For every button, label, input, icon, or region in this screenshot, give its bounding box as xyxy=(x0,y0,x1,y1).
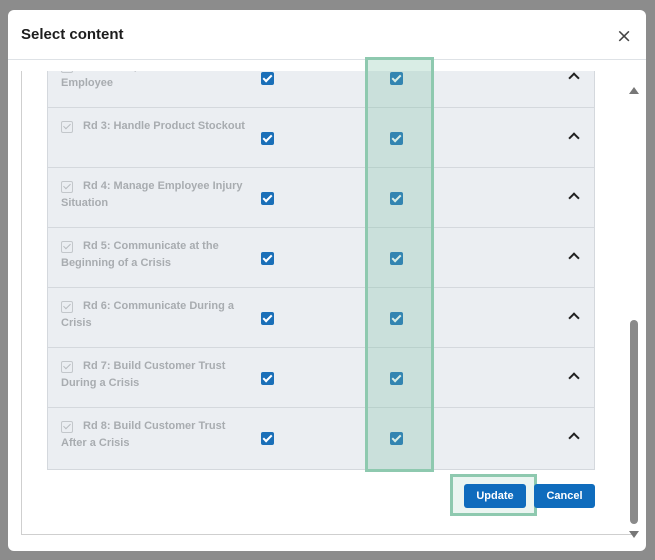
include-checkbox[interactable] xyxy=(261,72,274,85)
table-row: Rd 5: Communicate at the Beginning of a … xyxy=(48,228,594,288)
dialog-title: Select content xyxy=(21,26,124,43)
chevron-up-icon[interactable] xyxy=(568,430,580,442)
cancel-button[interactable]: Cancel xyxy=(534,484,595,508)
highlighted-checkbox-column xyxy=(365,57,434,472)
table-row: Rd 4: Manage Employee Injury Situation xyxy=(48,168,594,228)
row-label: Rd 7: Build Customer Trust During a Cris… xyxy=(61,360,226,389)
include-checkbox[interactable] xyxy=(261,312,274,325)
include-checkbox[interactable] xyxy=(261,192,274,205)
row-label: Rd 6: Communicate During a Crisis xyxy=(61,300,234,329)
table-row: Rd 2: Respond to Fired Employee xyxy=(48,71,594,108)
row-label: Rd 5: Communicate at the Beginning of a … xyxy=(61,240,219,269)
table-row: Rd 3: Handle Product Stockout xyxy=(48,108,594,168)
row-label: Rd 2: Respond to Fired Employee xyxy=(61,71,204,89)
chevron-up-icon[interactable] xyxy=(568,250,580,262)
table-row: Rd 6: Communicate During a Crisis xyxy=(48,288,594,348)
include-checkbox[interactable] xyxy=(261,432,274,445)
chevron-up-icon[interactable] xyxy=(568,71,580,82)
row-label: Rd 4: Manage Employee Injury Situation xyxy=(61,180,243,209)
chevron-up-icon[interactable] xyxy=(568,310,580,322)
row-label: Rd 3: Handle Product Stockout xyxy=(83,120,245,132)
include-checkbox[interactable] xyxy=(261,372,274,385)
chevron-up-icon[interactable] xyxy=(568,370,580,382)
content-list-frame: Rd 2: Respond to Fired Employee Rd 3: Ha… xyxy=(21,71,634,535)
content-table: Rd 2: Respond to Fired Employee Rd 3: Ha… xyxy=(47,71,595,470)
close-icon[interactable]: × xyxy=(616,26,632,46)
row-label: Rd 8: Build Customer Trust After a Crisi… xyxy=(61,420,226,449)
include-checkbox[interactable] xyxy=(261,252,274,265)
select-content-dialog: Select content × Rd 2: Respond to Fired … xyxy=(8,10,646,551)
scrollbar-thumb[interactable] xyxy=(630,320,638,524)
update-button[interactable]: Update xyxy=(464,484,526,508)
scroll-down-arrow-icon[interactable] xyxy=(629,531,639,538)
table-row: Rd 7: Build Customer Trust During a Cris… xyxy=(48,348,594,408)
include-checkbox[interactable] xyxy=(261,132,274,145)
chevron-up-icon[interactable] xyxy=(568,190,580,202)
dialog-header: Select content × xyxy=(8,10,646,60)
chevron-up-icon[interactable] xyxy=(568,130,580,142)
scroll-up-arrow-icon[interactable] xyxy=(629,87,639,94)
table-row: Rd 8: Build Customer Trust After a Crisi… xyxy=(48,408,594,468)
